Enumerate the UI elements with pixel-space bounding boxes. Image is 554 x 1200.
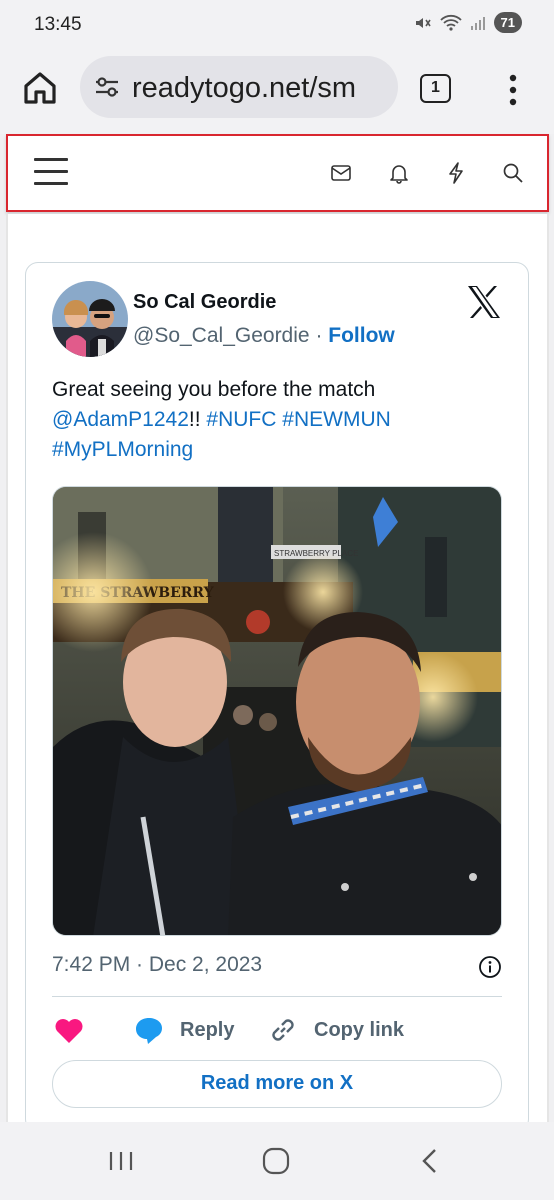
mention-link[interactable]: @AdamP1242 bbox=[52, 408, 189, 431]
back-icon[interactable] bbox=[416, 1146, 446, 1176]
bolt-icon[interactable] bbox=[445, 162, 467, 184]
tweet-text: Great seeing you before the match @AdamP… bbox=[52, 375, 512, 465]
heart-icon[interactable] bbox=[54, 1017, 84, 1045]
reply-label: Reply bbox=[180, 1018, 235, 1041]
home-icon[interactable] bbox=[20, 68, 60, 108]
reply-icon bbox=[136, 1018, 162, 1044]
menu-icon[interactable] bbox=[34, 158, 68, 186]
search-icon[interactable] bbox=[502, 162, 524, 184]
status-time: 13:45 bbox=[34, 14, 82, 35]
status-icons: 71 bbox=[414, 12, 522, 33]
follow-link[interactable]: Follow bbox=[328, 324, 395, 347]
tweet-text-prefix: Great seeing you before the match bbox=[52, 378, 376, 401]
author-name[interactable]: So Cal Geordie bbox=[133, 291, 276, 314]
author-handle-row: @So_Cal_Geordie · Follow bbox=[133, 324, 395, 348]
tweet-text-bang: !! bbox=[188, 408, 201, 431]
mail-icon[interactable] bbox=[330, 162, 352, 184]
bell-icon[interactable] bbox=[388, 162, 410, 184]
avatar[interactable] bbox=[52, 281, 128, 357]
tweet-photo[interactable]: THE STRAWBERRY STRAWBERRY PLACE bbox=[52, 486, 502, 936]
tabs-icon[interactable]: 1 bbox=[420, 74, 451, 103]
recents-icon[interactable] bbox=[106, 1146, 136, 1176]
battery-badge: 71 bbox=[493, 12, 522, 33]
hashtag-link[interactable]: #MyPLMorning bbox=[52, 438, 193, 461]
divider bbox=[52, 996, 502, 997]
more-icon[interactable] bbox=[498, 70, 528, 110]
status-bar: 13:45 71 bbox=[0, 0, 554, 50]
wifi-icon bbox=[439, 14, 462, 31]
info-icon[interactable] bbox=[478, 955, 502, 979]
copy-link-button[interactable]: Copy link bbox=[268, 1015, 404, 1045]
hashtag-link[interactable]: #NEWMUN bbox=[282, 408, 391, 431]
hashtag-link[interactable]: #NUFC bbox=[206, 408, 276, 431]
link-icon bbox=[272, 1019, 294, 1041]
site-settings-icon[interactable] bbox=[94, 76, 120, 98]
home-nav-icon[interactable] bbox=[261, 1146, 291, 1176]
system-nav-bar bbox=[0, 1122, 554, 1200]
tweet-timestamp[interactable]: 7:42 PM · Dec 2, 2023 bbox=[52, 953, 262, 977]
browser-toolbar: readytogo.net/sm 1 bbox=[0, 50, 554, 134]
site-header bbox=[6, 134, 549, 212]
copy-link-label: Copy link bbox=[314, 1018, 405, 1041]
author-handle[interactable]: @So_Cal_Geordie bbox=[133, 324, 310, 347]
read-more-button[interactable]: Read more on X bbox=[52, 1060, 502, 1108]
tweet-embed: So Cal Geordie @So_Cal_Geordie · Follow … bbox=[25, 262, 529, 1132]
tweet-actions: Reply Copy link bbox=[52, 1013, 502, 1053]
url-text[interactable]: readytogo.net/sm bbox=[132, 72, 356, 105]
reply-button[interactable]: Reply bbox=[134, 1015, 234, 1045]
mute-icon bbox=[415, 17, 431, 28]
x-logo-icon[interactable] bbox=[466, 285, 502, 319]
separator-dot: · bbox=[315, 324, 323, 347]
signal-icon bbox=[470, 16, 485, 30]
address-bar[interactable]: readytogo.net/sm bbox=[80, 56, 398, 118]
